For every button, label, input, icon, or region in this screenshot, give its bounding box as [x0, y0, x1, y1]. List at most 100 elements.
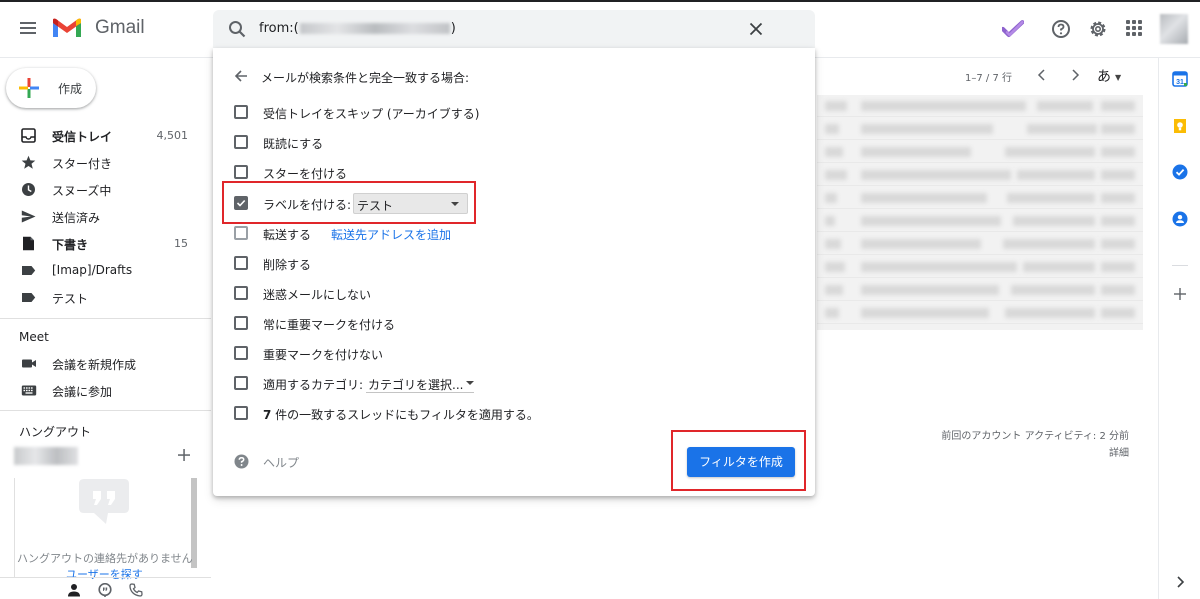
account-avatar[interactable]	[1160, 14, 1188, 44]
list-item[interactable]	[817, 302, 1143, 324]
option-star-it[interactable]: スターを付ける	[234, 162, 794, 182]
option-label: 迷惑メールにしない	[263, 288, 372, 302]
help-link[interactable]: ヘルプ	[263, 454, 299, 471]
hangouts-chat-icon[interactable]	[98, 583, 112, 597]
list-item[interactable]	[817, 279, 1143, 301]
option-apply-to-matching[interactable]: 7 件の一致するスレッドにもフィルタを適用する。	[234, 403, 794, 423]
option-always-important[interactable]: 常に重要マークを付ける	[234, 313, 794, 333]
help-question-icon[interactable]	[234, 454, 249, 469]
tasks-icon[interactable]	[1172, 164, 1188, 180]
close-icon[interactable]	[749, 22, 763, 36]
gmail-logo-icon[interactable]	[52, 17, 82, 39]
settings-gear-icon[interactable]	[1087, 18, 1109, 40]
phone-icon[interactable]	[129, 583, 143, 597]
search-input[interactable]: from:()	[259, 21, 456, 36]
google-apps-icon[interactable]	[1126, 20, 1142, 36]
option-label: 受信トレイをスキップ (アーカイブする)	[263, 107, 480, 121]
meet-item-label: 会議を新規作成	[52, 358, 137, 372]
filter-actions-title: メールが検索条件と完全一致する場合:	[261, 71, 470, 85]
draft-count: 15	[174, 237, 188, 250]
activity-details-link[interactable]: 詳細	[941, 445, 1129, 462]
dropdown-caret-icon	[451, 202, 459, 206]
sidebar-item-test-label[interactable]: テスト	[0, 284, 205, 311]
hangouts-empty-text: ハングアウトの連絡先がありません	[17, 552, 193, 565]
checkbox[interactable]	[234, 346, 248, 360]
checkbox[interactable]	[234, 286, 248, 300]
create-filter-panel: メールが検索条件と完全一致する場合: 受信トレイをスキップ (アーカイブする) …	[213, 48, 815, 496]
sidebar-item-starred[interactable]: スター付き	[0, 149, 205, 176]
option-label: ラベルを付ける:	[263, 198, 352, 212]
checkbox[interactable]	[234, 406, 248, 420]
pagination-range: 1–7 / 7 行	[965, 73, 1012, 84]
option-delete[interactable]: 削除する	[234, 253, 794, 273]
unread-count: 4,501	[156, 129, 189, 142]
add-hangout-plus-icon[interactable]	[177, 448, 191, 462]
option-categorize[interactable]: 適用するカテゴリ: カテゴリを選択...	[234, 373, 794, 393]
hangouts-user-status[interactable]	[14, 447, 78, 465]
checkbox[interactable]	[234, 256, 248, 270]
keep-icon[interactable]	[1172, 118, 1188, 134]
label-select-dropdown[interactable]: テスト	[353, 193, 468, 214]
tasks-check-icon[interactable]	[1002, 18, 1024, 40]
back-arrow-icon[interactable]	[234, 69, 248, 83]
star-icon	[21, 155, 36, 169]
create-filter-button[interactable]: フィルタを作成	[687, 447, 795, 477]
list-item[interactable]	[817, 118, 1143, 140]
meet-new-meeting[interactable]: 会議を新規作成	[0, 350, 205, 377]
option-mark-read[interactable]: 既読にする	[234, 132, 794, 152]
compose-button[interactable]: 作成	[6, 68, 96, 108]
list-item[interactable]	[817, 210, 1143, 232]
expand-panel-chevron-icon[interactable]	[1172, 574, 1188, 590]
list-item[interactable]	[817, 187, 1143, 209]
sidebar-item-drafts[interactable]: 下書き 15	[0, 230, 205, 257]
sidebar-item-imap-drafts[interactable]: [Imap]/Drafts	[0, 257, 205, 284]
list-item[interactable]	[817, 95, 1143, 117]
list-item[interactable]	[817, 256, 1143, 278]
sidebar-item-inbox[interactable]: 受信トレイ 4,501	[0, 122, 205, 149]
search-query-suffix: )	[450, 21, 456, 36]
sidebar-item-sent[interactable]: 送信済み	[0, 203, 205, 230]
sidebar-nav: 受信トレイ 4,501 スター付き スヌーズ中 送信済み 下書き 15 [Ima…	[0, 122, 205, 311]
compose-label: 作成	[58, 82, 83, 96]
checkbox-checked[interactable]	[234, 196, 248, 210]
sidebar-item-label: 下書き	[52, 238, 89, 252]
window-edge	[0, 0, 1200, 2]
checkbox[interactable]	[234, 165, 248, 179]
label-icon	[22, 266, 36, 275]
meet-item-label: 会議に参加	[52, 385, 113, 399]
divider	[0, 410, 211, 411]
next-page-chevron-icon[interactable]	[1069, 68, 1081, 82]
person-icon[interactable]	[67, 583, 81, 597]
checkbox-disabled[interactable]	[234, 226, 248, 240]
dropdown-caret-icon: ▼	[1115, 72, 1122, 82]
get-addons-plus-icon[interactable]	[1172, 286, 1188, 302]
option-skip-inbox[interactable]: 受信トレイをスキップ (アーカイブする)	[234, 102, 794, 122]
option-apply-label[interactable]: ラベルを付ける: テスト	[234, 193, 794, 214]
option-never-spam[interactable]: 迷惑メールにしない	[234, 283, 794, 303]
option-label: 削除する	[263, 258, 312, 272]
side-panel-rail: 31	[1158, 58, 1200, 599]
checkbox[interactable]	[234, 135, 248, 149]
list-item[interactable]	[817, 164, 1143, 186]
input-tools-button[interactable]: あ ▼	[1097, 66, 1121, 86]
checkbox[interactable]	[234, 105, 248, 119]
help-icon[interactable]	[1050, 18, 1072, 40]
category-select-dropdown[interactable]: カテゴリを選択...	[366, 373, 474, 393]
sidebar-item-snoozed[interactable]: スヌーズ中	[0, 176, 205, 203]
checkbox[interactable]	[234, 316, 248, 330]
list-item[interactable]	[817, 141, 1143, 163]
meet-join-meeting[interactable]: 会議に参加	[0, 377, 205, 404]
search-icon[interactable]	[228, 20, 246, 38]
prev-page-chevron-icon[interactable]	[1036, 68, 1048, 82]
hamburger-menu-icon[interactable]	[19, 19, 37, 37]
app-name: Gmail	[95, 17, 145, 38]
search-bar[interactable]: from:()	[213, 10, 815, 48]
option-forward[interactable]: 転送する 転送先アドレスを追加	[234, 223, 794, 243]
add-forwarding-address-link[interactable]: 転送先アドレスを追加	[331, 226, 451, 243]
calendar-icon[interactable]: 31	[1172, 71, 1188, 87]
checkbox[interactable]	[234, 376, 248, 390]
list-item[interactable]	[817, 233, 1143, 255]
contacts-icon[interactable]	[1172, 211, 1188, 227]
option-never-important[interactable]: 重要マークを付けない	[234, 343, 794, 363]
hangouts-bottom-bar	[0, 577, 211, 599]
